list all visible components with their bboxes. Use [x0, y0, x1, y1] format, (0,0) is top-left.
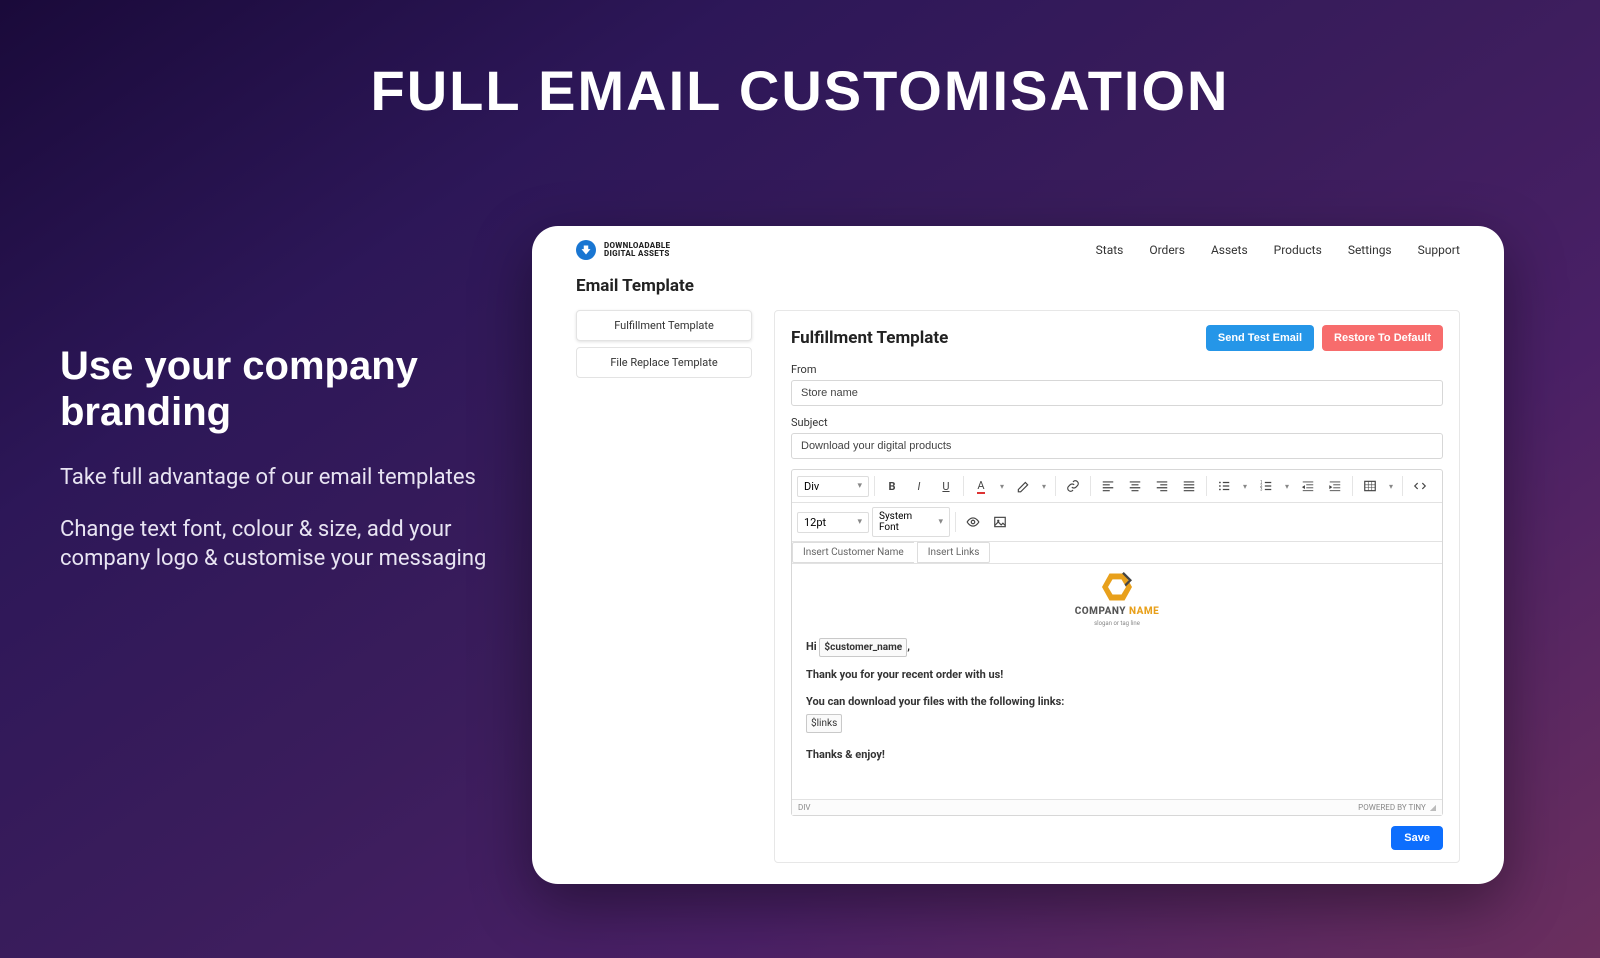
bold-button[interactable]: B	[880, 474, 904, 498]
nav-stats[interactable]: Stats	[1096, 243, 1124, 257]
table-button[interactable]	[1358, 474, 1382, 498]
subject-label: Subject	[791, 416, 1443, 429]
indent-button[interactable]	[1323, 474, 1347, 498]
tab-fulfillment-template[interactable]: Fulfillment Template	[576, 310, 752, 341]
numbered-list-button[interactable]: 123	[1254, 474, 1278, 498]
chevron-down-icon: ▾	[938, 517, 943, 527]
from-input[interactable]	[791, 380, 1443, 406]
email-line-3: Thanks & enjoy!	[806, 747, 1428, 764]
section-title: Email Template	[576, 276, 1460, 296]
align-right-button[interactable]	[1150, 474, 1174, 498]
bullet-list-dropdown[interactable]: ▾	[1239, 474, 1251, 498]
underline-button[interactable]: U	[934, 474, 958, 498]
from-label: From	[791, 363, 1443, 376]
numbered-list-dropdown[interactable]: ▾	[1281, 474, 1293, 498]
save-button[interactable]: Save	[1391, 826, 1443, 850]
app-logo[interactable]: DOWNLOADABLE DIGITAL ASSETS	[576, 240, 670, 260]
nav-settings[interactable]: Settings	[1348, 243, 1392, 257]
insert-customer-name-button[interactable]: Insert Customer Name	[792, 542, 914, 563]
hero-main-title: FULL EMAIL CUSTOMISATION	[0, 58, 1600, 123]
nav-assets[interactable]: Assets	[1211, 243, 1248, 257]
panel-title: Fulfillment Template	[791, 328, 948, 348]
text-color-button[interactable]: A	[969, 474, 993, 498]
app-brand-text: DOWNLOADABLE DIGITAL ASSETS	[604, 242, 670, 258]
nav-support[interactable]: Support	[1418, 243, 1460, 257]
align-left-button[interactable]	[1096, 474, 1120, 498]
app-nav: Stats Orders Assets Products Settings Su…	[1096, 243, 1460, 257]
align-center-button[interactable]	[1123, 474, 1147, 498]
company-tagline: slogan or tag line	[806, 619, 1428, 628]
text-color-dropdown[interactable]: ▾	[996, 474, 1008, 498]
company-name: COMPANY NAME	[806, 604, 1428, 619]
align-justify-button[interactable]	[1177, 474, 1201, 498]
table-dropdown[interactable]: ▾	[1385, 474, 1397, 498]
code-button[interactable]	[1408, 474, 1432, 498]
insert-links-button[interactable]: Insert Links	[917, 542, 991, 563]
app-header: DOWNLOADABLE DIGITAL ASSETS Stats Orders…	[532, 230, 1504, 270]
bullet-list-button[interactable]	[1212, 474, 1236, 498]
font-family-select[interactable]: System Font▾	[872, 507, 950, 537]
email-greeting: Hi $customer_name,	[806, 638, 1428, 657]
image-button[interactable]	[988, 510, 1012, 534]
editor-body[interactable]: COMPANY NAME slogan or tag line Hi $cust…	[792, 564, 1442, 799]
link-button[interactable]	[1061, 474, 1085, 498]
rich-text-editor: Div▾ B I U A ▾ ▾	[791, 469, 1443, 816]
preview-button[interactable]	[961, 510, 985, 534]
company-logo-icon	[1102, 572, 1132, 602]
side-tabs: Fulfillment Template File Replace Templa…	[576, 310, 752, 863]
nav-orders[interactable]: Orders	[1149, 243, 1185, 257]
italic-button[interactable]: I	[907, 474, 931, 498]
app-window: DOWNLOADABLE DIGITAL ASSETS Stats Orders…	[532, 226, 1504, 884]
highlight-dropdown[interactable]: ▾	[1038, 474, 1050, 498]
email-line-2: You can download your files with the fol…	[806, 694, 1428, 711]
chevron-down-icon: ▾	[857, 517, 862, 527]
subject-input[interactable]	[791, 433, 1443, 459]
company-logo-block: COMPANY NAME slogan or tag line	[806, 572, 1428, 628]
nav-products[interactable]: Products	[1274, 243, 1322, 257]
customer-name-variable: $customer_name	[819, 638, 907, 657]
chevron-down-icon: ▾	[857, 481, 862, 491]
editor-powered-by: POWERED BY TINY	[1358, 803, 1436, 812]
font-size-select[interactable]: 12pt▾	[797, 512, 869, 533]
links-variable: $links	[806, 714, 842, 733]
email-line-1: Thank you for your recent order with us!	[806, 667, 1428, 684]
hero-subtitle: Use your company branding	[60, 343, 500, 435]
send-test-email-button[interactable]: Send Test Email	[1206, 325, 1314, 351]
tab-file-replace-template[interactable]: File Replace Template	[576, 347, 752, 378]
outdent-button[interactable]	[1296, 474, 1320, 498]
editor-path: DIV	[798, 803, 811, 812]
block-format-select[interactable]: Div▾	[797, 476, 869, 497]
download-icon	[576, 240, 596, 260]
restore-default-button[interactable]: Restore To Default	[1322, 325, 1443, 351]
main-panel: Fulfillment Template Send Test Email Res…	[774, 310, 1460, 863]
hero-paragraph-1: Take full advantage of our email templat…	[60, 463, 500, 493]
svg-text:3: 3	[1260, 487, 1263, 492]
highlight-button[interactable]	[1011, 474, 1035, 498]
hero-paragraph-2: Change text font, colour & size, add you…	[60, 515, 500, 574]
